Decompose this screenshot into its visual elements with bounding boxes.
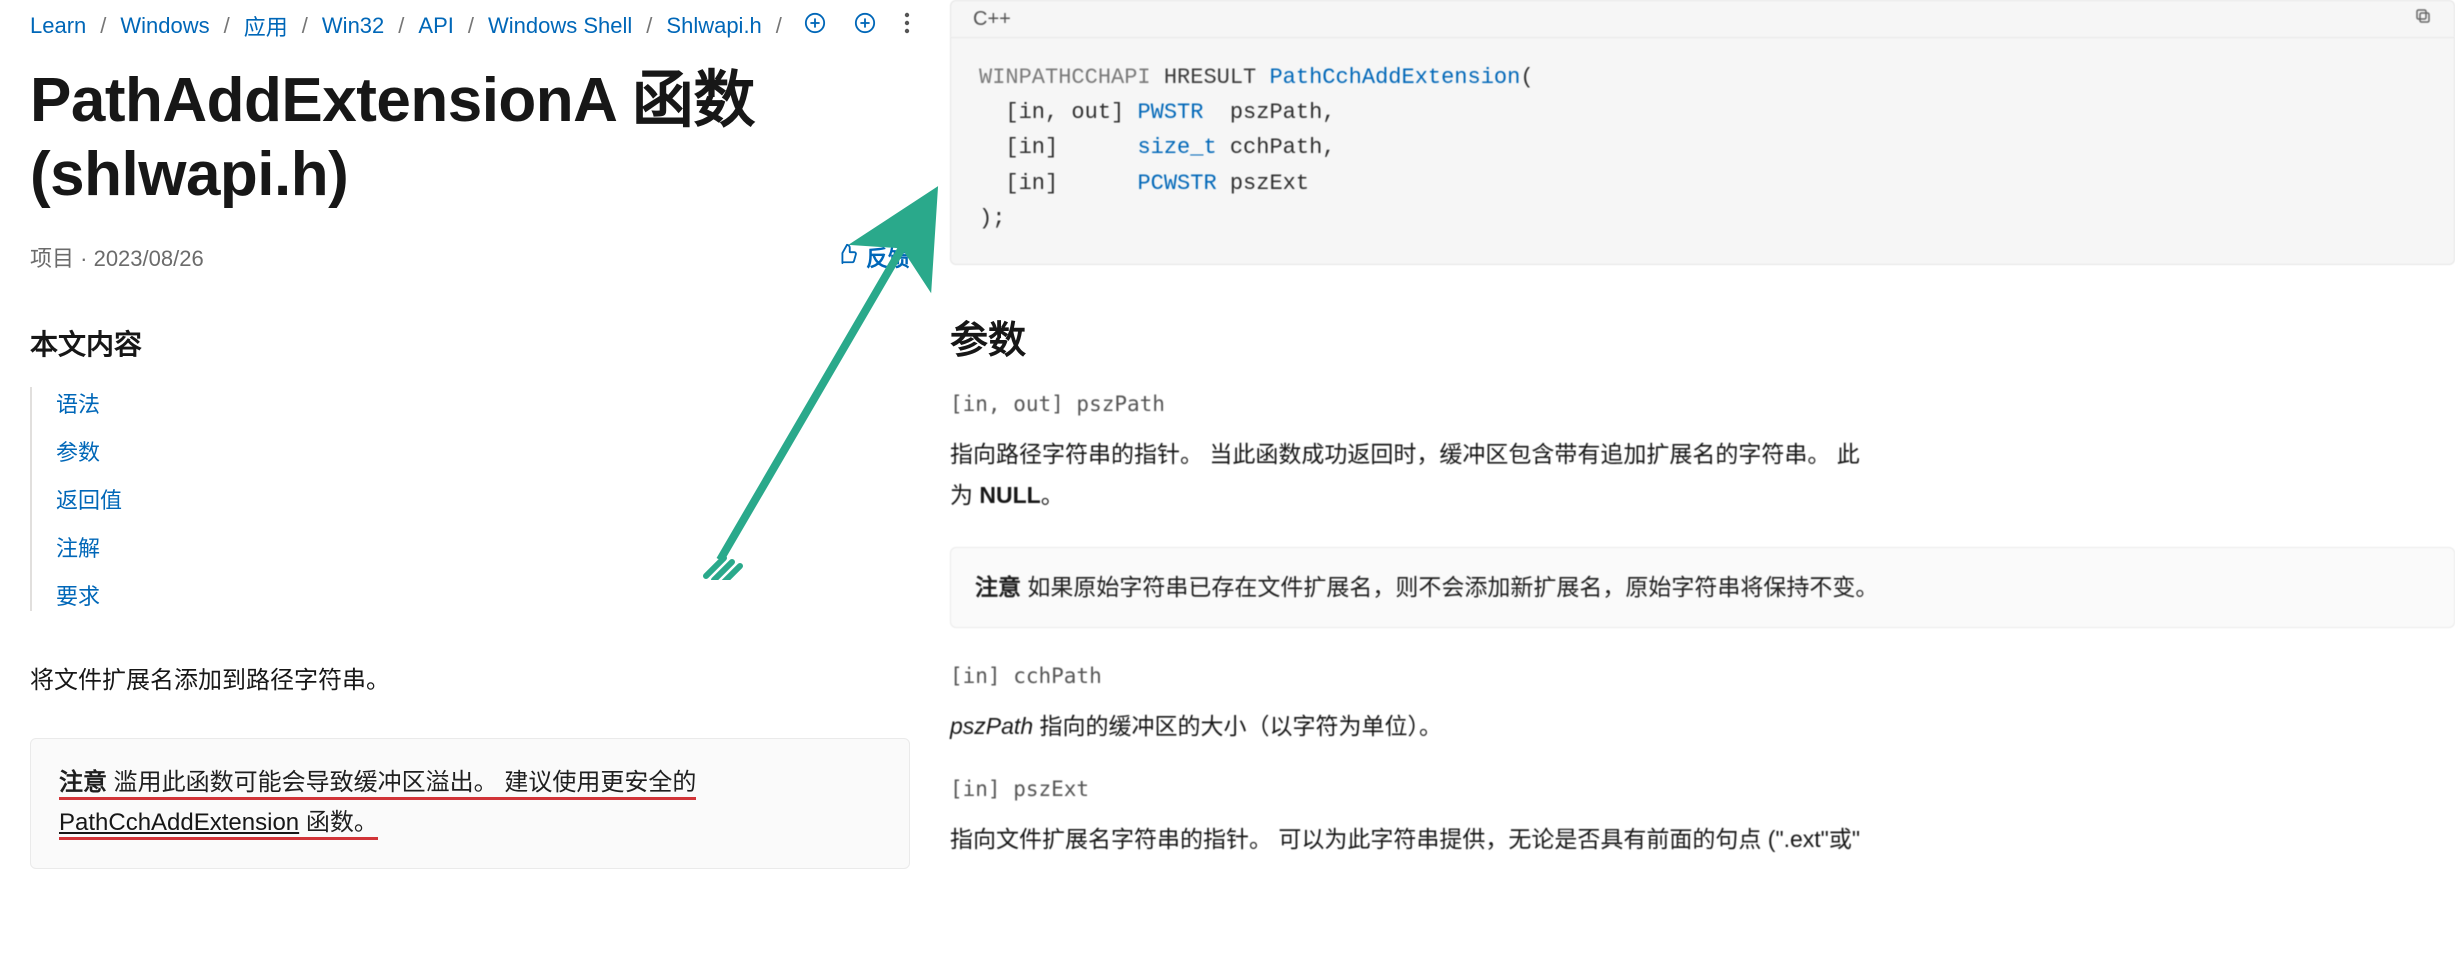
more-icon[interactable] [904,12,910,41]
toc-heading: 本文内容 [30,323,910,363]
feedback-link[interactable]: 反馈 [836,241,910,273]
breadcrumb-item[interactable]: Windows [120,13,209,39]
breadcrumb-item[interactable]: API [418,13,453,39]
param-description: 指向路径字符串的指针。 当此函数成功返回时，缓冲区包含带有追加扩展名的字符串。 … [950,434,2455,517]
breadcrumb: Learn / Windows / 应用 / Win32 / API / Windows … [30,10,910,42]
breadcrumb-sep: / [646,13,652,39]
parameters-heading: 参数 [950,309,2455,364]
toc-item[interactable]: 返回值 [56,488,122,513]
param-signature: [in, out] pszPath [950,392,2455,416]
intro-text: 将文件扩展名添加到路径字符串。 [30,661,910,702]
code-header: C++ [950,0,2455,37]
right-article: C++ WINPATHCCHAPI HRESULT PathCchAddExte… [940,0,2455,955]
left-article: Learn / Windows / 应用 / Win32 / API / Windows … [0,0,940,955]
breadcrumb-sep: / [100,13,106,39]
breadcrumb-sep: / [468,13,474,39]
breadcrumb-sep: / [776,13,782,39]
code-lang: C++ [973,8,1011,31]
param-description: 指向文件扩展名字符串的指针。 可以为此字符串提供，无论是否具有前面的句点 (".… [950,819,2455,860]
code-block: WINPATHCCHAPI HRESULT PathCchAddExtensio… [950,37,2455,265]
meta-text: 项目 · 2023/08/26 [30,241,204,273]
toc-item[interactable]: 语法 [56,392,100,417]
save-icon[interactable] [854,12,876,41]
page-title: PathAddExtensionA 函数 (shlwapi.h) [30,64,910,213]
toc-list: 语法 参数 返回值 注解 要求 [30,387,910,611]
toc-item[interactable]: 参数 [56,440,100,465]
breadcrumb-item[interactable]: Windows Shell [488,13,632,39]
note-label: 注意 [975,574,1021,600]
breadcrumb-item[interactable]: 应用 [244,10,288,42]
breadcrumb-sep: / [302,13,308,39]
breadcrumb-sep: / [224,13,230,39]
copy-icon[interactable] [2414,7,2432,31]
breadcrumb-actions [804,12,910,41]
add-icon[interactable] [804,12,826,41]
param-signature: [in] cchPath [950,664,2455,688]
breadcrumb-item[interactable]: Win32 [322,13,384,39]
note-box: 注意 滥用此函数可能会导致缓冲区溢出。 建议使用更安全的 PathCchAddE… [30,738,910,870]
breadcrumb-item[interactable]: Learn [30,13,86,39]
note-text-tail: 函数。 [299,809,378,836]
meta-row: 项目 · 2023/08/26 反馈 [30,241,910,273]
note-text: 滥用此函数可能会导致缓冲区溢出。 建议使用更安全的 [107,769,696,796]
thumb-icon [836,243,858,271]
note-box: 注意 如果原始字符串已存在文件扩展名，则不会添加新扩展名，原始字符串将保持不变。 [950,547,2455,628]
note-text: 如果原始字符串已存在文件扩展名，则不会添加新扩展名，原始字符串将保持不变。 [1021,574,1878,600]
breadcrumb-sep: / [398,13,404,39]
note-recommended-link[interactable]: PathCchAddExtension [59,809,299,836]
param-description: pszPath 指向的缓冲区的大小（以字符为单位）。 [950,706,2455,747]
note-label: 注意 [59,769,107,796]
toc-item[interactable]: 注解 [56,536,100,561]
breadcrumb-item[interactable]: Shlwapi.h [666,13,761,39]
toc-item[interactable]: 要求 [56,584,100,609]
param-signature: [in] pszExt [950,777,2455,801]
